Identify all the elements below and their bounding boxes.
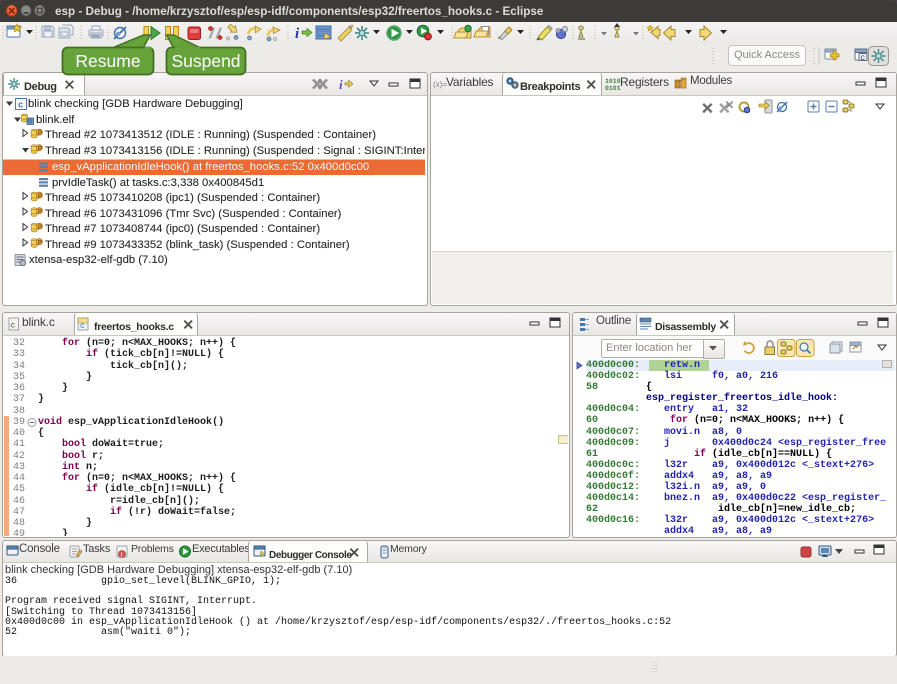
svg-text:0101: 0101 [605, 85, 621, 92]
svg-text:Suspend: Suspend [171, 51, 240, 71]
svg-text:c: c [80, 322, 85, 331]
svg-text:c: c [11, 322, 16, 331]
svg-text:Resume: Resume [75, 51, 140, 71]
svg-text:c: c [18, 101, 23, 111]
svg-text:(x)=: (x)= [433, 80, 447, 89]
svg-text:!: ! [120, 553, 122, 559]
